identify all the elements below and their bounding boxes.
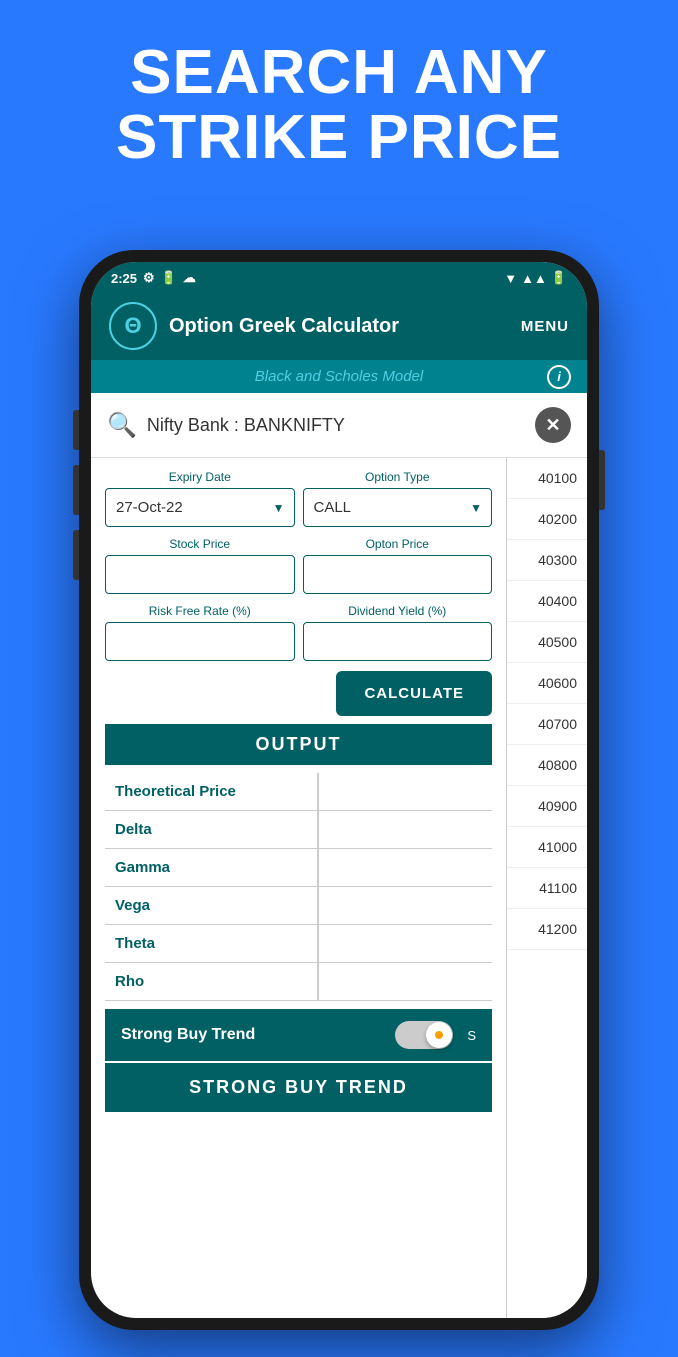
expiry-date-col: Expiry Date 27-Oct-22 ▼	[105, 470, 295, 527]
table-row: Vega	[105, 887, 492, 925]
list-item[interactable]: 40800	[507, 745, 587, 786]
dividend-yield-input[interactable]	[303, 622, 493, 661]
status-settings-icon: ⚙	[143, 270, 155, 286]
output-table: Theoretical Price Delta Gamma	[105, 773, 492, 1001]
option-type-col: Option Type CALL PUT ▼	[303, 470, 493, 527]
expiry-option-row: Expiry Date 27-Oct-22 ▼ Option Type	[105, 470, 492, 527]
power-button	[599, 450, 605, 510]
silent-button	[73, 530, 79, 580]
list-item[interactable]: 41200	[507, 909, 587, 950]
calculate-button[interactable]: CALCULATE	[336, 671, 492, 716]
trend-toggle-switch[interactable]	[395, 1021, 453, 1049]
theta-value	[318, 925, 492, 963]
stock-price-col: Stock Price	[105, 537, 295, 594]
list-item[interactable]: 40500	[507, 622, 587, 663]
dividend-yield-col: Dividend Yield (%)	[303, 604, 493, 661]
phone-frame: 2:25 ⚙ 🔋 ☁ ▼ ▲▲ 🔋 Θ Option Greek Calcula…	[79, 250, 599, 1330]
form-area: Expiry Date 27-Oct-22 ▼ Option Type	[91, 458, 507, 1318]
dividend-yield-label: Dividend Yield (%)	[303, 604, 493, 618]
option-type-label: Option Type	[303, 470, 493, 484]
menu-button[interactable]: MENU	[521, 318, 569, 335]
status-left: 2:25 ⚙ 🔋 ☁	[111, 270, 196, 286]
expiry-date-dropdown-wrapper: 27-Oct-22 ▼	[105, 488, 295, 527]
list-item[interactable]: 41100	[507, 868, 587, 909]
signal-icon: ▲▲	[521, 271, 547, 286]
option-price-label: Opton Price	[303, 537, 493, 551]
option-type-select[interactable]: CALL PUT	[303, 488, 493, 527]
calculate-btn-row: CALCULATE	[105, 671, 492, 716]
table-row: Rho	[105, 963, 492, 1001]
gamma-label: Gamma	[105, 849, 318, 887]
risk-free-rate-col: Risk Free Rate (%)	[105, 604, 295, 661]
strong-buy-bar[interactable]: STRONG BUY TREND	[105, 1063, 492, 1112]
app-logo: Θ	[109, 302, 157, 350]
search-input[interactable]: Nifty Bank : BANKNIFTY	[147, 415, 525, 436]
theta-icon: Θ	[124, 313, 141, 339]
hero-line2: STRIKE PRICE	[116, 103, 562, 172]
status-time: 2:25	[111, 271, 137, 286]
risk-dividend-row: Risk Free Rate (%) Dividend Yield (%)	[105, 604, 492, 661]
stock-price-label: Stock Price	[105, 537, 295, 551]
stock-option-price-row: Stock Price Opton Price	[105, 537, 492, 594]
list-item[interactable]: 40300	[507, 540, 587, 581]
status-cloud-icon: ☁	[183, 270, 196, 286]
trend-toggle-label: Strong Buy Trend	[121, 1026, 381, 1044]
theta-label: Theta	[105, 925, 318, 963]
table-row: Theta	[105, 925, 492, 963]
toggle-thumb	[426, 1022, 452, 1048]
hero-heading: SEARCH ANY STRIKE PRICE	[0, 0, 678, 190]
risk-free-rate-label: Risk Free Rate (%)	[105, 604, 295, 618]
vega-label: Vega	[105, 887, 318, 925]
list-item[interactable]: 40700	[507, 704, 587, 745]
list-item[interactable]: 40200	[507, 499, 587, 540]
option-price-col: Opton Price	[303, 537, 493, 594]
toggle-dot	[435, 1031, 443, 1039]
table-row: Delta	[105, 811, 492, 849]
clear-button[interactable]: ✕	[535, 407, 571, 443]
subtitle-bar: Black and Scholes Model i	[91, 360, 587, 393]
option-type-dropdown-wrapper: CALL PUT ▼	[303, 488, 493, 527]
list-item[interactable]: 40600	[507, 663, 587, 704]
theoretical-price-value	[318, 773, 492, 811]
expiry-date-select[interactable]: 27-Oct-22	[105, 488, 295, 527]
app-header: Θ Option Greek Calculator MENU	[91, 292, 587, 360]
list-item[interactable]: 40100	[507, 458, 587, 499]
status-right: ▼ ▲▲ 🔋	[504, 270, 567, 286]
option-price-input[interactable]	[303, 555, 493, 594]
battery-icon: 🔋	[551, 270, 567, 286]
output-header: OUTPUT	[105, 724, 492, 765]
form-list-container: Expiry Date 27-Oct-22 ▼ Option Type	[91, 458, 587, 1318]
info-button[interactable]: i	[547, 365, 571, 389]
theoretical-price-label: Theoretical Price	[105, 773, 318, 811]
delta-label: Delta	[105, 811, 318, 849]
stock-price-input[interactable]	[105, 555, 295, 594]
expiry-date-label: Expiry Date	[105, 470, 295, 484]
price-list: 4010040200403004040040500406004070040800…	[507, 458, 587, 1318]
rho-label: Rho	[105, 963, 318, 1001]
status-bar: 2:25 ⚙ 🔋 ☁ ▼ ▲▲ 🔋	[91, 262, 587, 292]
search-icon: 🔍	[107, 411, 137, 440]
rho-value	[318, 963, 492, 1001]
status-battery-icon: 🔋	[161, 270, 177, 286]
table-row: Theoretical Price	[105, 773, 492, 811]
search-bar: 🔍 Nifty Bank : BANKNIFTY ✕	[91, 393, 587, 458]
list-item[interactable]: 41000	[507, 827, 587, 868]
list-item[interactable]: 40900	[507, 786, 587, 827]
gamma-value	[318, 849, 492, 887]
subtitle-text: Black and Scholes Model	[255, 368, 423, 385]
list-item[interactable]: 40400	[507, 581, 587, 622]
wifi-icon: ▼	[504, 271, 517, 286]
risk-free-rate-input[interactable]	[105, 622, 295, 661]
table-row: Gamma	[105, 849, 492, 887]
delta-value	[318, 811, 492, 849]
vega-value	[318, 887, 492, 925]
trend-right-text: S	[467, 1028, 476, 1043]
volume-down-button	[73, 465, 79, 515]
trend-toggle-bar: Strong Buy Trend S	[105, 1009, 492, 1061]
volume-up-button	[73, 410, 79, 450]
hero-line1: SEARCH ANY	[130, 38, 548, 107]
app-title: Option Greek Calculator	[169, 315, 509, 338]
